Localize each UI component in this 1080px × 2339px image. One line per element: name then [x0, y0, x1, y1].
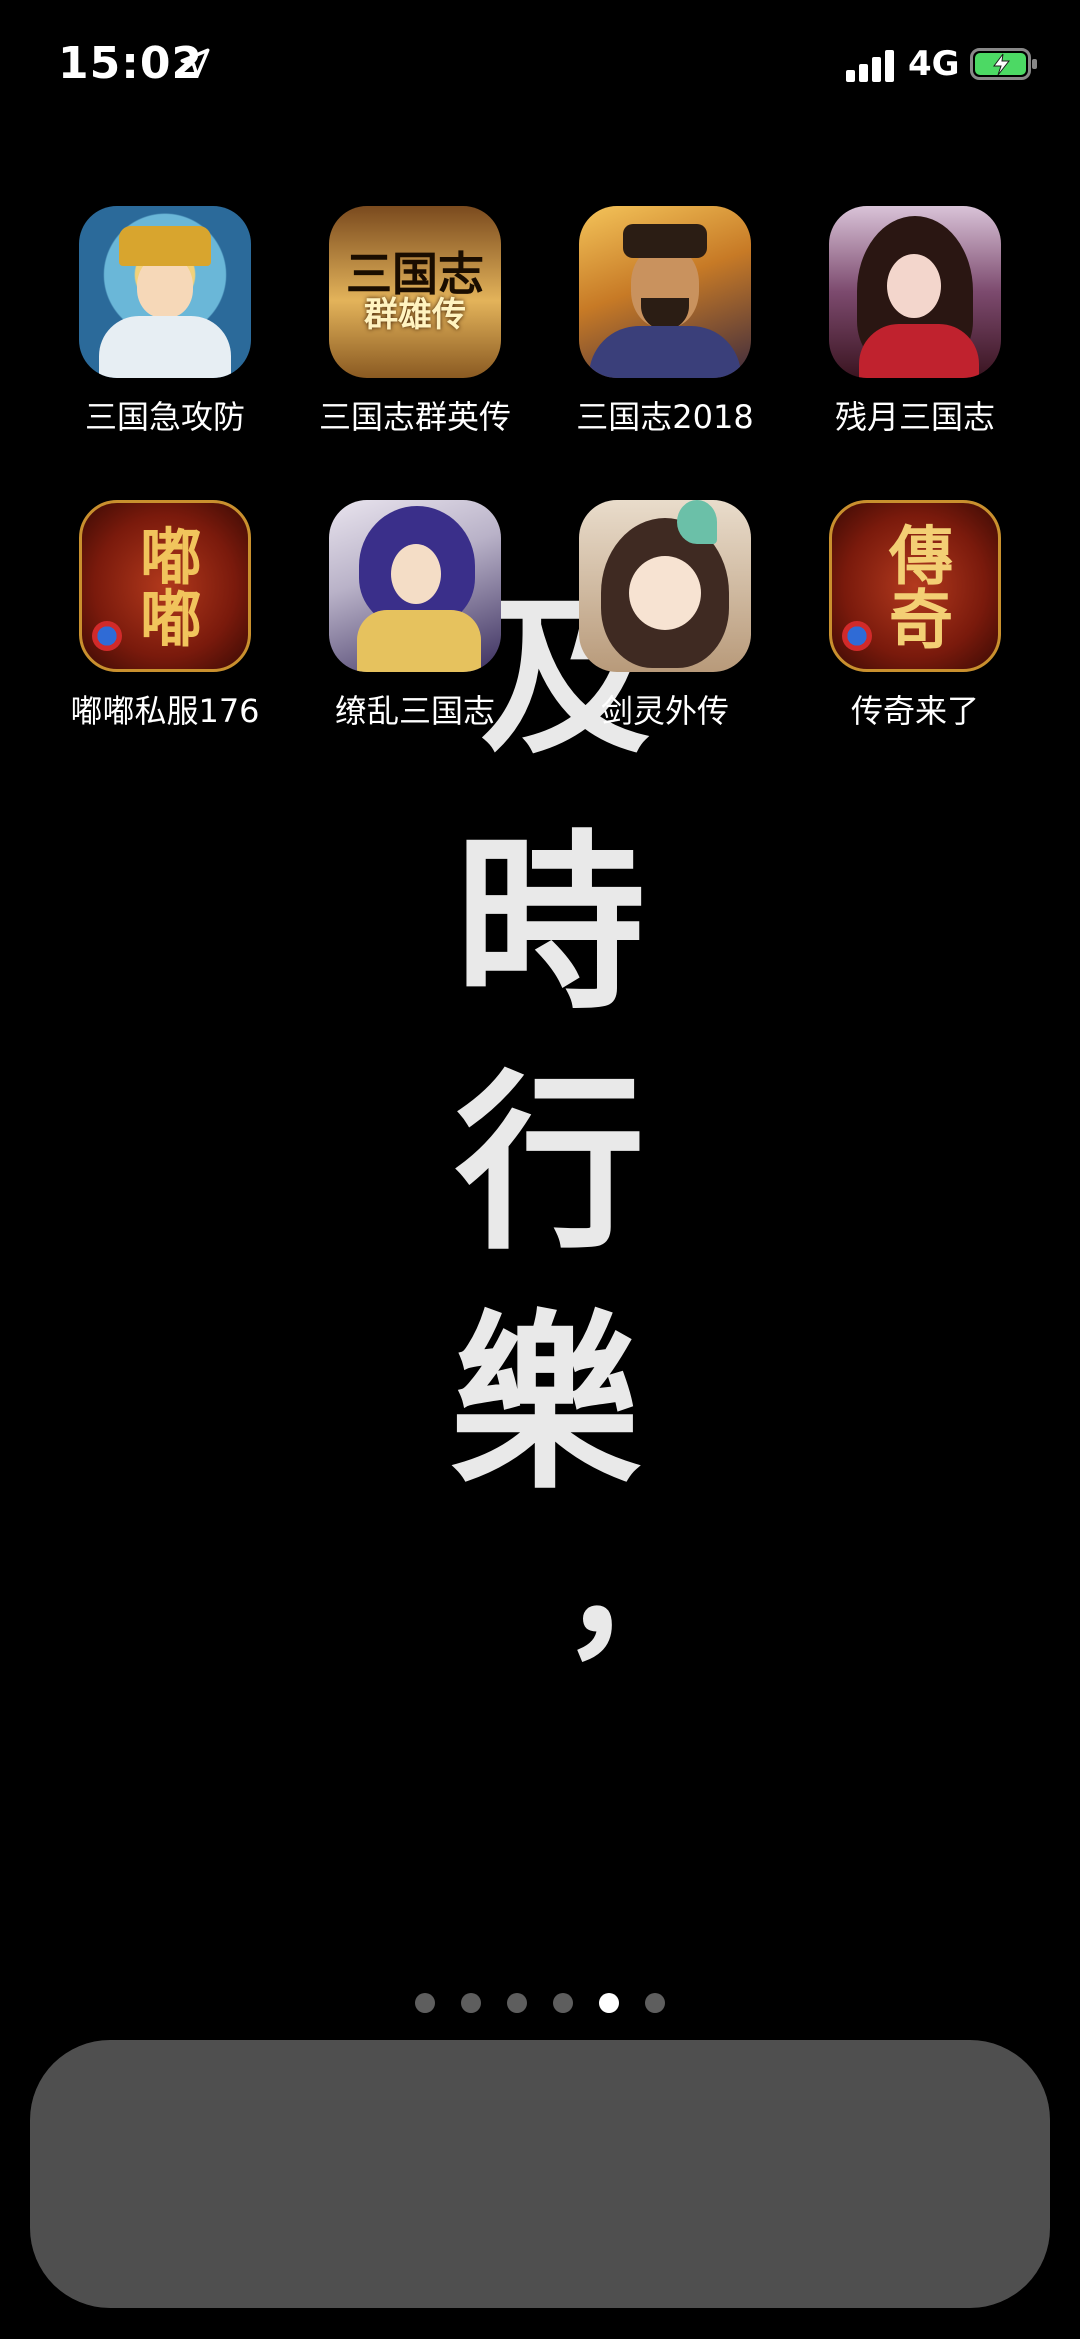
app-label: 剑灵外传	[600, 692, 729, 730]
dudu-logo-icon: 嘟嘟	[79, 500, 251, 672]
dock	[30, 2040, 1050, 2308]
page-dot-1[interactable]	[415, 1993, 435, 2013]
app-label: 传奇来了	[850, 692, 979, 730]
warlord-portrait-icon	[579, 206, 751, 378]
location-arrow-icon	[180, 48, 210, 78]
page-indicator[interactable]	[0, 1993, 1080, 2013]
page-dot-2[interactable]	[461, 1993, 481, 2013]
page-dot-4[interactable]	[553, 1993, 573, 2013]
page-dot-3[interactable]	[507, 1993, 527, 2013]
app-label: 三国志2018	[576, 398, 754, 436]
status-bar: 15:02 4G	[0, 0, 1080, 130]
heroine-portrait-icon	[829, 206, 1001, 378]
page-dot-5-active[interactable]	[599, 1993, 619, 2013]
cellular-signal-icon	[846, 48, 898, 82]
app-sanguozhi-qunyingzhuan[interactable]: 三国志 群雄传 三国志群英传	[300, 206, 530, 438]
sanguozhi-logo-icon: 三国志 群雄传	[329, 206, 501, 378]
girl-portrait-icon	[579, 500, 751, 672]
app-sanguozhi-2018[interactable]: 三国志2018	[550, 206, 780, 438]
wallpaper-char-3: 行	[455, 1052, 646, 1275]
wallpaper-char-2: 時	[455, 812, 646, 1035]
hero-portrait-icon	[79, 206, 251, 378]
app-label: 缭乱三国志	[334, 692, 495, 730]
app-jianling-waizhuan[interactable]: 剑灵外传	[550, 500, 780, 732]
logo-text: 三国志 群雄传	[346, 247, 484, 336]
chuanqi-logo-icon: 傳奇	[829, 500, 1001, 672]
app-canyue-sanguozhi[interactable]: 残月三国志	[800, 206, 1030, 438]
app-sanguo-jigongfang[interactable]: 三国急攻防	[50, 206, 280, 438]
app-label: 三国志群英传	[318, 398, 511, 436]
network-type: 4G	[908, 44, 960, 84]
wallpaper-char-4: 樂	[450, 1292, 641, 1515]
app-chuanqi-laile[interactable]: 傳奇 传奇来了	[800, 500, 1030, 732]
samurai-portrait-icon	[329, 500, 501, 672]
wallpaper-char-5: ，	[560, 1503, 711, 1679]
app-label: 三国急攻防	[84, 398, 245, 436]
app-label: 嘟嘟私服176	[70, 692, 260, 730]
app-label: 残月三国志	[834, 398, 995, 436]
app-liaoluan-sanguozhi[interactable]: 缭乱三国志	[300, 500, 530, 732]
app-dudu-sifu[interactable]: 嘟嘟 嘟嘟私服176	[50, 500, 280, 732]
page-dot-6[interactable]	[645, 1993, 665, 2013]
battery-charging-icon	[970, 48, 1037, 80]
